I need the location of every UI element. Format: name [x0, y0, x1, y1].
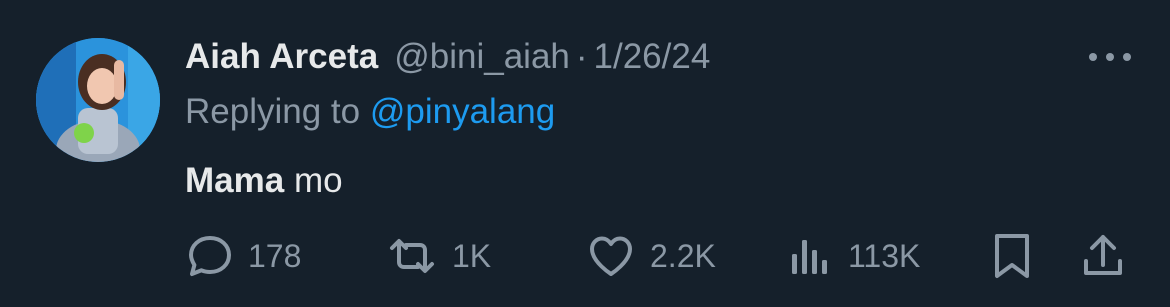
separator-dot: · — [575, 37, 588, 76]
replying-to-mention[interactable]: @pinyalang — [370, 92, 555, 131]
author-handle[interactable]: @bini_aiah — [394, 37, 570, 77]
share-upload-icon — [1080, 231, 1126, 281]
tweet-card[interactable]: Aiah Arceta @bini_aiah · 1/26/24 Replyin… — [0, 0, 1170, 307]
tweet-text-rest: mo — [284, 161, 343, 200]
tweet-header: Aiah Arceta @bini_aiah · 1/26/24 — [185, 30, 710, 84]
views-button[interactable]: 113K — [788, 228, 920, 284]
like-button[interactable]: 2.2K — [586, 228, 716, 284]
views-count: 113K — [848, 237, 921, 274]
avatar-image — [36, 38, 160, 162]
avatar[interactable] — [36, 38, 160, 162]
action-bar: 178 1K 2.2K 113K — [0, 228, 1170, 284]
share-button[interactable] — [1080, 228, 1126, 284]
more-options-button[interactable] — [1080, 40, 1140, 74]
tweet-text-bold: Mama — [185, 161, 285, 200]
retweet-icon — [386, 232, 438, 280]
retweet-count: 1K — [452, 237, 492, 274]
tweet-text: Mama mo — [185, 161, 343, 201]
replying-prefix: Replying to — [185, 92, 361, 131]
more-horizontal-icon — [1089, 53, 1131, 61]
like-count: 2.2K — [650, 237, 716, 274]
reply-button[interactable]: 178 — [186, 228, 301, 284]
tweet-date[interactable]: 1/26/24 — [594, 37, 711, 77]
comment-bubble-icon — [186, 232, 234, 280]
author-name[interactable]: Aiah Arceta — [185, 37, 378, 77]
reply-count: 178 — [248, 237, 302, 274]
retweet-button[interactable]: 1K — [386, 228, 491, 284]
heart-icon — [586, 232, 636, 280]
bookmark-button[interactable] — [990, 228, 1034, 284]
bookmark-icon — [990, 231, 1034, 281]
replying-to-line: Replying to @pinyalang — [185, 92, 555, 132]
bar-chart-icon — [788, 232, 834, 280]
